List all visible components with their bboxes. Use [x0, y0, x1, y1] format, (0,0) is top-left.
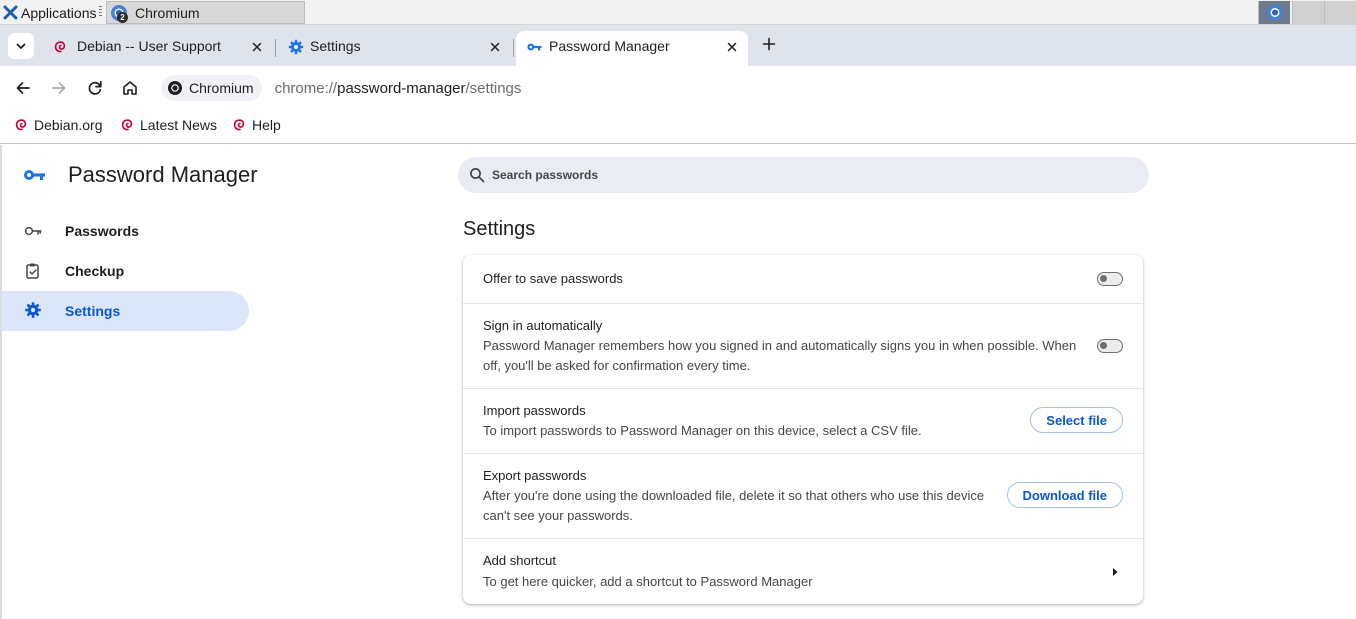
row-title: Add shortcut	[483, 553, 556, 568]
close-icon[interactable]	[488, 40, 502, 54]
row-description: To get here quicker, add a shortcut to P…	[483, 574, 813, 589]
settings-heading: Settings	[463, 218, 536, 240]
row-title: Sign in automatically	[483, 318, 603, 333]
row-description: After you're done using the downloaded f…	[483, 488, 985, 503]
sign-in-automatically-row: Sign in automatically Password Manager r…	[463, 304, 1143, 389]
tab-debian-user-support[interactable]: Debian -- User Support	[40, 31, 276, 66]
back-arrow-icon[interactable]	[13, 78, 33, 98]
offer-to-save-toggle[interactable]	[1097, 272, 1123, 286]
window-border	[0, 145, 2, 619]
plus-icon	[762, 37, 776, 51]
bookmark-debian-org[interactable]: Debian.org	[13, 117, 103, 133]
bookmarks-bar: Debian.org Latest News Help	[0, 110, 1356, 144]
sidebar-item-checkup[interactable]: Checkup	[0, 251, 249, 291]
tab-label: Password Manager	[549, 38, 670, 54]
search-box[interactable]	[458, 157, 1149, 193]
xfce-logo-icon	[3, 5, 18, 20]
page-content: Password Manager Passwords Checkup Setti…	[0, 145, 1356, 619]
sidebar-item-settings[interactable]: Settings	[0, 291, 249, 331]
row-description: off, you'll be asked for confirmation ev…	[483, 358, 751, 373]
applications-label: Applications	[21, 4, 97, 21]
site-info-chip[interactable]: Chromium	[161, 75, 262, 101]
row-description: can't see your passwords.	[483, 508, 633, 523]
page-title-text: Password Manager	[68, 162, 258, 187]
key-icon	[527, 43, 542, 51]
taskbar-separator	[99, 6, 102, 18]
debian-swirl-icon	[15, 119, 27, 131]
home-icon[interactable]	[120, 78, 140, 98]
row-title: Export passwords	[483, 468, 587, 483]
add-shortcut-row[interactable]: Add shortcut To get here quicker, add a …	[463, 539, 1143, 604]
import-passwords-row: Import passwords To import passwords to …	[463, 389, 1143, 454]
window-count-badge: 2	[117, 11, 128, 23]
site-chip-label: Chromium	[189, 80, 254, 96]
row-title: Import passwords	[483, 403, 586, 418]
bookmark-help[interactable]: Help	[231, 117, 281, 133]
taskbar-window-label: Chromium	[135, 4, 200, 21]
select-file-button[interactable]: Select file	[1030, 407, 1123, 433]
url-path: /settings	[465, 79, 522, 97]
bookmark-label: Help	[252, 117, 281, 133]
tab-search-button[interactable]	[8, 33, 34, 59]
bookmark-label: Latest News	[140, 117, 218, 133]
bookmark-label: Debian.org	[34, 117, 103, 133]
chromium-tray-icon	[1267, 4, 1283, 21]
desktop-taskbar: Applications 2 Chromium	[0, 0, 1356, 25]
chevron-down-icon	[16, 43, 26, 49]
tray-slot-button[interactable]	[1324, 1, 1356, 24]
offer-to-save-row: Offer to save passwords	[463, 255, 1143, 304]
url-scheme: chrome://	[274, 79, 338, 97]
tab-strip: Debian -- User Support Settings Password…	[0, 25, 1356, 66]
debian-swirl-icon	[54, 41, 66, 53]
gear-icon	[288, 39, 304, 55]
search-icon	[470, 168, 485, 183]
applications-menu-button[interactable]: Applications	[3, 3, 97, 22]
taskbar-window-button[interactable]: 2 Chromium	[106, 1, 305, 24]
sidebar-item-label: Passwords	[65, 223, 139, 239]
chromium-taskbar-icon: 2	[110, 4, 128, 23]
tab-label: Debian -- User Support	[77, 38, 221, 54]
tray-slot-button[interactable]	[1292, 1, 1324, 24]
reload-icon[interactable]	[85, 78, 105, 98]
search-input[interactable]	[492, 168, 1092, 182]
sidebar-item-label: Checkup	[65, 263, 125, 279]
chromium-logo-icon	[168, 81, 182, 95]
page-title: Password Manager	[22, 162, 258, 188]
bookmark-latest-news[interactable]: Latest News	[119, 117, 217, 133]
key-outline-icon	[24, 226, 42, 236]
debian-swirl-icon	[233, 119, 245, 131]
tab-password-manager[interactable]: Password Manager	[516, 31, 748, 66]
export-passwords-row: Export passwords After you're done using…	[463, 454, 1143, 539]
browser-toolbar: Chromium chrome://password-manager/setti…	[0, 66, 1356, 110]
sign-in-automatically-toggle[interactable]	[1097, 339, 1123, 353]
url-host: password-manager	[337, 79, 466, 97]
row-description: Password Manager remembers how you signe…	[483, 338, 1077, 353]
tray-chromium-button[interactable]	[1258, 1, 1290, 24]
address-bar[interactable]: Chromium chrome://password-manager/setti…	[157, 72, 1356, 104]
close-icon[interactable]	[725, 40, 739, 54]
url-text[interactable]: chrome://password-manager/settings	[275, 80, 522, 97]
arrow-right-icon	[1113, 568, 1118, 576]
download-file-button[interactable]: Download file	[1006, 482, 1123, 508]
clipboard-check-icon	[26, 263, 39, 279]
settings-card: Offer to save passwords Sign in automati…	[463, 255, 1143, 604]
key-icon	[24, 170, 45, 180]
new-tab-button[interactable]	[758, 33, 780, 55]
row-title: Offer to save passwords	[483, 271, 623, 286]
row-description: To import passwords to Password Manager …	[483, 423, 922, 438]
tab-settings[interactable]: Settings	[276, 31, 514, 66]
sidebar-item-passwords[interactable]: Passwords	[0, 211, 249, 251]
forward-arrow-icon[interactable]	[49, 78, 69, 98]
debian-swirl-icon	[121, 119, 133, 131]
close-icon[interactable]	[250, 40, 264, 54]
tab-label: Settings	[310, 38, 361, 54]
sidebar-item-label: Settings	[65, 303, 121, 319]
gear-icon	[25, 302, 41, 318]
